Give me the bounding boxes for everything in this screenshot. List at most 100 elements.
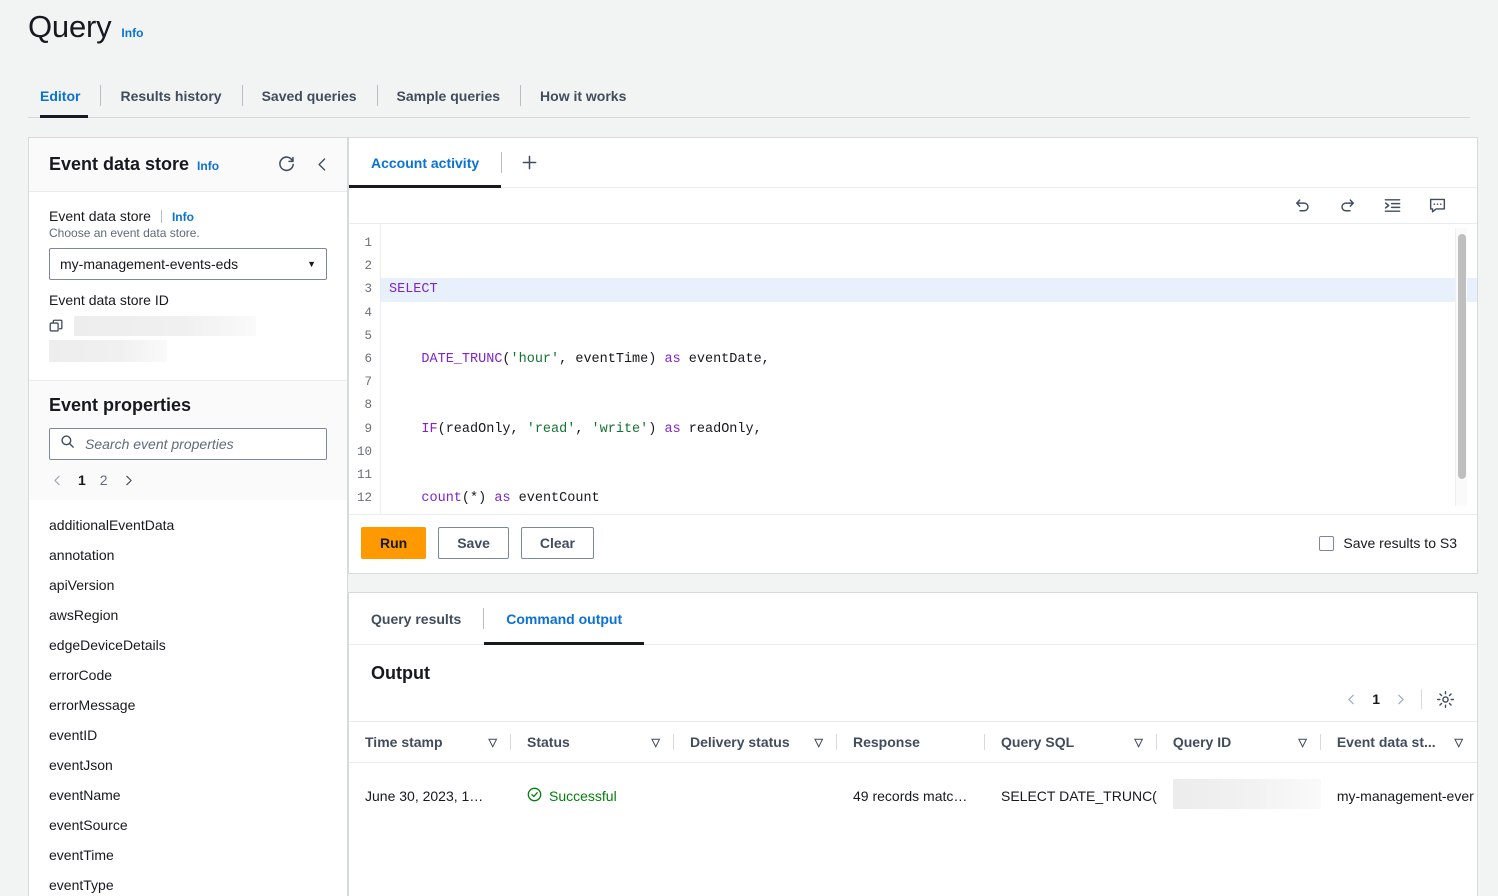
editor-vertical-scrollbar[interactable] <box>1455 228 1467 506</box>
search-icon <box>60 434 75 454</box>
code-line-3: IF(readOnly, 'read', 'write') as readOnl… <box>421 421 762 437</box>
line-number: 3 <box>364 282 372 297</box>
column-header-query-sql[interactable]: Query SQL ▽ <box>985 721 1157 763</box>
search-input[interactable] <box>83 435 316 453</box>
list-item[interactable]: errorMessage <box>29 690 347 720</box>
output-pagination-next-icon[interactable] <box>1394 693 1407 706</box>
column-header-query-id[interactable]: Query ID ▽ <box>1156 721 1321 763</box>
list-item[interactable]: eventType <box>29 870 347 896</box>
save-button[interactable]: Save <box>438 527 509 559</box>
tab-sample-queries[interactable]: Sample queries <box>376 74 521 117</box>
gear-icon[interactable] <box>1436 690 1455 709</box>
column-header-event-data-store[interactable]: Event data st... ▽ <box>1320 721 1477 763</box>
toolbar-divider <box>1421 689 1422 709</box>
eds-id-value-redacted-2 <box>49 340 167 362</box>
chevron-left-icon[interactable] <box>314 156 331 173</box>
sql-code-area[interactable]: SELECT DATE_TRUNC('hour', eventTime) as … <box>381 224 1477 514</box>
tab-editor[interactable]: Editor <box>28 74 100 118</box>
line-number: 9 <box>364 421 372 436</box>
tab-editor-label: Editor <box>40 87 81 104</box>
query-main-panel: Account activity 1 2 3 4 5 6 7 8 9 10 11… <box>348 137 1478 896</box>
checkbox-box[interactable] <box>1319 535 1335 551</box>
editor-tab-account-activity[interactable]: Account activity <box>349 138 502 188</box>
field-info-link[interactable]: Info <box>172 210 194 224</box>
output-toolbar: 1 <box>1345 689 1455 709</box>
redo-icon[interactable] <box>1338 196 1357 215</box>
tab-results-history-label: Results history <box>120 87 222 104</box>
tab-how-it-works-label: How it works <box>540 87 627 104</box>
editor-tab-bar: Account activity <box>349 138 1477 188</box>
line-number: 13 <box>349 510 372 514</box>
list-item[interactable]: apiVersion <box>29 570 347 600</box>
cell-delivery-status <box>674 763 837 829</box>
pagination-page-1[interactable]: 1 <box>78 472 86 488</box>
line-number: 11 <box>356 468 372 483</box>
list-item[interactable]: awsRegion <box>29 600 347 630</box>
tab-query-results[interactable]: Query results <box>349 593 483 644</box>
copy-icon[interactable] <box>49 319 64 334</box>
page-title: Query <box>28 9 112 44</box>
pagination-next-icon[interactable] <box>122 474 135 487</box>
list-item[interactable]: eventName <box>29 780 347 810</box>
column-label: Time stamp <box>365 734 443 750</box>
column-header-status[interactable]: Status ▽ <box>511 721 674 763</box>
save-results-to-s3-checkbox[interactable]: Save results to S3 <box>1319 535 1457 551</box>
list-item[interactable]: edgeDeviceDetails <box>29 630 347 660</box>
column-label: Query ID <box>1172 734 1232 750</box>
line-number: 4 <box>364 305 372 320</box>
run-button[interactable]: Run <box>361 527 427 559</box>
sort-caret-icon: ▽ <box>488 736 497 749</box>
list-item[interactable]: additionalEventData <box>29 510 347 540</box>
results-tab-bar: Query results Command output <box>349 593 1477 645</box>
refresh-icon[interactable] <box>277 155 296 174</box>
tab-how-it-works[interactable]: How it works <box>520 74 646 117</box>
query-id-redacted <box>1172 779 1321 809</box>
sort-caret-icon: ▽ <box>1454 736 1463 749</box>
line-number: 10 <box>356 444 372 459</box>
pagination-prev-icon[interactable] <box>51 474 64 487</box>
cell-response: 49 records matc… <box>853 787 968 804</box>
sql-editor[interactable]: 1 2 3 4 5 6 7 8 9 10 11 12 13 <box>349 224 1477 514</box>
column-header-timestamp[interactable]: Time stamp ▽ <box>349 721 511 763</box>
field-description: Choose an event data store. <box>49 226 200 240</box>
undo-icon[interactable] <box>1293 196 1312 215</box>
content-area: Event data store Info Event data store I… <box>0 137 1498 896</box>
event-data-store-field: Event data store Info Choose an event da… <box>29 192 347 380</box>
cell-event-data-store: my-management-ever <box>1336 787 1474 804</box>
clear-button[interactable]: Clear <box>520 527 594 559</box>
column-header-delivery-status[interactable]: Delivery status ▽ <box>674 721 837 763</box>
list-item[interactable]: eventJson <box>29 750 347 780</box>
tab-command-output[interactable]: Command output <box>484 593 645 645</box>
cell-timestamp: June 30, 2023, 1… <box>365 787 484 804</box>
format-indent-icon[interactable] <box>1383 196 1402 215</box>
sort-caret-icon: ▽ <box>814 736 823 749</box>
comment-icon[interactable] <box>1428 196 1447 215</box>
sort-caret-icon: ▽ <box>651 736 660 749</box>
tab-results-history[interactable]: Results history <box>100 74 241 117</box>
event-properties-list: additionalEventData annotation apiVersio… <box>29 500 347 896</box>
line-number: 8 <box>364 398 372 413</box>
list-item[interactable]: errorCode <box>29 660 347 690</box>
status-badge-label: Successful <box>549 787 617 804</box>
results-card: Query results Command output Output 1 Ti… <box>348 592 1478 896</box>
list-item[interactable]: eventTime <box>29 840 347 870</box>
tab-saved-queries[interactable]: Saved queries <box>241 74 377 117</box>
scrollbar-thumb[interactable] <box>1458 234 1466 479</box>
chevron-down-icon: ▼ <box>307 259 316 269</box>
plus-icon[interactable] <box>502 138 557 187</box>
output-pagination-current-page[interactable]: 1 <box>1372 691 1380 707</box>
event-data-store-panel: Event data store Info Event data store I… <box>28 137 348 896</box>
page-info-link[interactable]: Info <box>121 26 143 40</box>
event-data-store-select[interactable]: my-management-events-eds ▼ <box>49 248 327 280</box>
column-header-response[interactable]: Response <box>837 721 985 763</box>
editor-toolbar <box>349 188 1477 224</box>
panel-info-link[interactable]: Info <box>197 159 219 173</box>
column-label: Event data st... <box>1336 734 1436 750</box>
output-pagination-prev-icon[interactable] <box>1345 693 1358 706</box>
eds-id-row <box>49 316 327 336</box>
list-item[interactable]: eventSource <box>29 810 347 840</box>
pagination-page-2[interactable]: 2 <box>100 472 108 488</box>
list-item[interactable]: eventID <box>29 720 347 750</box>
search-event-properties[interactable] <box>49 428 327 460</box>
list-item[interactable]: annotation <box>29 540 347 570</box>
